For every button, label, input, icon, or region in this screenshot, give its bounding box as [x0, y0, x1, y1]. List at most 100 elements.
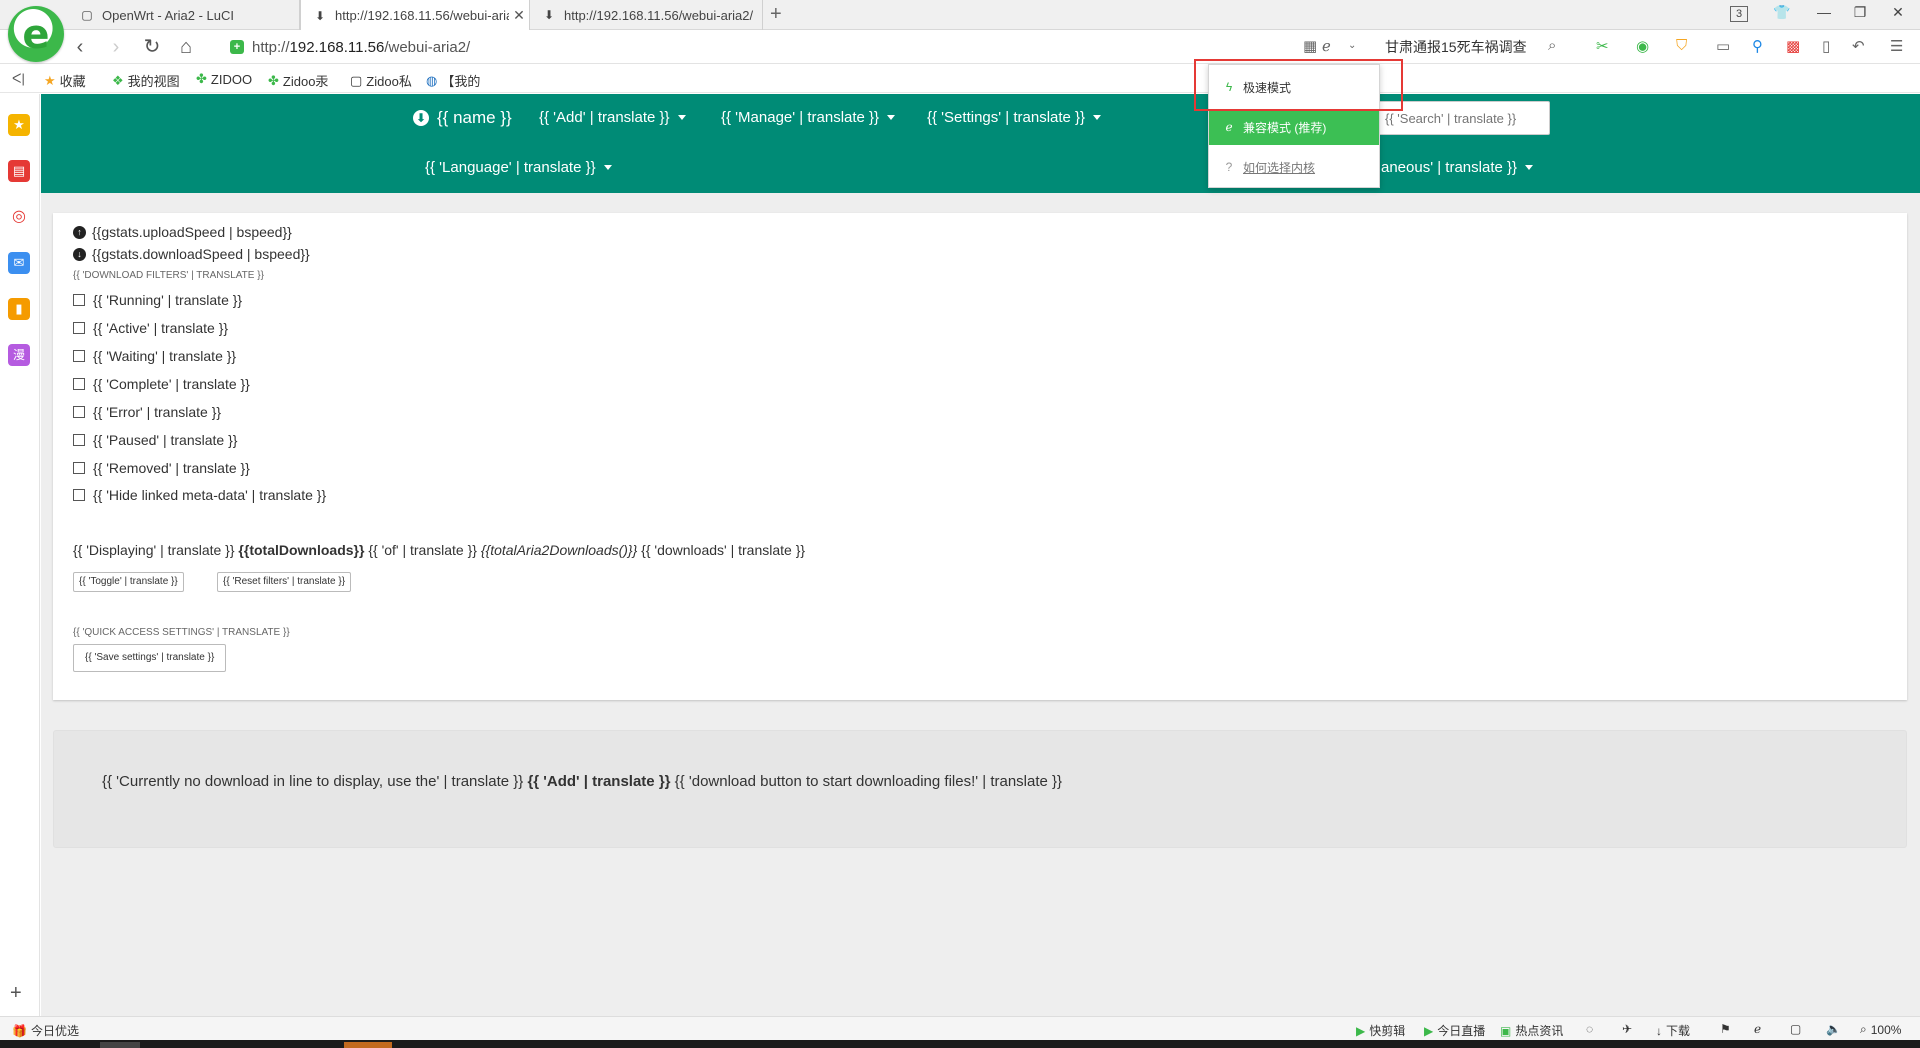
filter-running[interactable]: {{ 'Running' | translate }}: [73, 292, 242, 308]
engine-help-link[interactable]: ? 如何选择内核: [1209, 149, 1379, 185]
filter-complete[interactable]: {{ 'Complete' | translate }}: [73, 376, 250, 392]
apps-icon[interactable]: ▩: [1786, 37, 1800, 55]
nav-manage-dropdown[interactable]: {{ 'Manage' | translate }}: [721, 109, 896, 126]
brand-link[interactable]: ⬇{{ name }}: [413, 108, 512, 128]
filter-removed[interactable]: {{ 'Removed' | translate }}: [73, 460, 250, 476]
close-tab-icon[interactable]: ✕: [509, 7, 529, 24]
tab-openwrt[interactable]: ▢ OpenWrt - Aria2 - LuCI: [68, 0, 300, 30]
news-icon[interactable]: ▤: [8, 160, 30, 182]
back-button[interactable]: ‹: [68, 36, 92, 58]
status-bar: 🎁 今日优选 ▶ 快剪辑 ▶ 今日直播 ▣ 热点资讯 ◌ ✈ ↓ 下载 ⚑ ℯ ▢ 🔈 ⌕…: [0, 1016, 1920, 1040]
nav-add-dropdown[interactable]: {{ 'Add' | translate }}: [539, 109, 686, 126]
tab-label: OpenWrt - Aria2 - LuCI: [102, 7, 234, 23]
bookmark-zidoo-2[interactable]: ✤ Zidoo汞: [268, 71, 328, 90]
checkbox[interactable]: [73, 322, 85, 334]
reset-filters-button[interactable]: {{ 'Reset filters' | translate }}: [217, 572, 352, 592]
menu-icon[interactable]: ☰: [1890, 37, 1903, 55]
status-weather-icon[interactable]: ◌: [1586, 1022, 1593, 1036]
filter-waiting[interactable]: {{ 'Waiting' | translate }}: [73, 348, 236, 364]
filter-active[interactable]: {{ 'Active' | translate }}: [73, 320, 228, 336]
save-settings-button[interactable]: {{ 'Save settings' | translate }}: [73, 644, 227, 672]
checkbox[interactable]: [73, 378, 85, 390]
tablet-icon[interactable]: ▯: [1822, 37, 1830, 55]
status-flag-icon[interactable]: ⚑: [1720, 1022, 1731, 1036]
taskbar-item[interactable]: [344, 1042, 392, 1048]
magnifier-icon[interactable]: ⚲: [1752, 37, 1763, 55]
engine-speed-mode[interactable]: ϟ 极速模式: [1209, 69, 1379, 105]
status-sound-icon[interactable]: 🔈: [1826, 1022, 1841, 1036]
close-window-button[interactable]: ✕: [1888, 4, 1908, 21]
caret-down-icon: [677, 115, 686, 120]
add-sidebar-item-button[interactable]: +: [10, 982, 22, 1005]
toggle-button[interactable]: {{ 'Toggle' | translate }}: [73, 572, 184, 592]
screenshot-icon[interactable]: ▭: [1716, 37, 1730, 55]
mail-icon[interactable]: ✉: [8, 252, 30, 274]
status-hot-news[interactable]: ▣ 热点资讯: [1500, 1022, 1563, 1039]
tab-webui-aria2[interactable]: ⬇ http://192.168.11.56/webui-aria2/: [530, 0, 763, 30]
bookmark-my-views[interactable]: ❖ 我的视图: [112, 71, 180, 90]
caret-down-icon: [603, 165, 612, 170]
bookmark-zidoo[interactable]: ✤ ZIDOO: [196, 71, 252, 87]
weibo-icon[interactable]: ◎: [8, 206, 30, 228]
url-field[interactable]: + http://192.168.11.56/webui-aria2/: [230, 34, 1380, 60]
chevron-down-icon[interactable]: ⌄: [1348, 40, 1356, 51]
filter-paused[interactable]: {{ 'Paused' | translate }}: [73, 432, 237, 448]
skin-icon[interactable]: 👕: [1772, 4, 1792, 21]
browser-logo[interactable]: e: [8, 6, 64, 62]
comic-icon[interactable]: 漫: [8, 344, 30, 366]
favorites-star-icon[interactable]: ★: [8, 114, 30, 136]
bookmark-mine[interactable]: ◍ 【我的: [426, 71, 480, 90]
undo-icon[interactable]: ↶: [1852, 37, 1865, 55]
download-circle-icon: ⬇: [314, 8, 326, 23]
checkbox[interactable]: [73, 350, 85, 362]
checkbox[interactable]: [73, 462, 85, 474]
caret-down-icon: [887, 115, 896, 120]
bookmark-zidoo-3[interactable]: ▢ Zidoo私: [350, 71, 412, 90]
zidoo-icon: ✤: [268, 72, 279, 88]
status-ie-icon[interactable]: ℯ: [1754, 1022, 1761, 1036]
checkbox[interactable]: [73, 434, 85, 446]
star-icon: ★: [44, 72, 56, 88]
filter-hide-linked-metadata[interactable]: {{ 'Hide linked meta-data' | translate }…: [73, 487, 326, 503]
today-picks[interactable]: 🎁 今日优选: [12, 1022, 79, 1039]
reload-button[interactable]: ↻: [140, 36, 164, 58]
forward-button[interactable]: ›: [104, 36, 128, 58]
search-icon[interactable]: ⌕: [1548, 37, 1556, 54]
nav-miscellaneous-dropdown[interactable]: aneous' | translate }}: [1381, 159, 1534, 176]
book-icon[interactable]: ▮: [8, 298, 30, 320]
tab-count-badge[interactable]: 3: [1730, 6, 1748, 22]
checkbox[interactable]: [73, 489, 85, 501]
taskbar-item[interactable]: [100, 1042, 140, 1048]
qr-code-icon[interactable]: ▦: [1303, 37, 1317, 55]
status-download[interactable]: ↓ 下载: [1656, 1022, 1690, 1039]
status-quick-clip[interactable]: ▶ 快剪辑: [1356, 1022, 1405, 1039]
tab-webui-aria2-active[interactable]: ⬇ http://192.168.11.56/webui-aria2/ ✕: [300, 0, 530, 31]
lightning-icon: ϟ: [1225, 80, 1233, 94]
nav-settings-dropdown[interactable]: {{ 'Settings' | translate }}: [927, 109, 1102, 126]
zoom-icon: ⌕: [1860, 1022, 1867, 1036]
status-live[interactable]: ▶ 今日直播: [1424, 1022, 1485, 1039]
status-pin-icon[interactable]: ✈: [1622, 1022, 1632, 1036]
checkbox[interactable]: [73, 294, 85, 306]
home-button[interactable]: ⌂: [174, 36, 198, 58]
status-window-icon[interactable]: ▢: [1790, 1022, 1801, 1036]
app-icon: ❖: [112, 72, 124, 88]
translate-icon[interactable]: ◉: [1636, 37, 1649, 55]
status-zoom[interactable]: ⌕ 100%: [1860, 1022, 1901, 1037]
new-tab-button[interactable]: +: [770, 3, 782, 26]
ie-engine-icon[interactable]: ℯ: [1322, 37, 1331, 55]
sidebar-toggle-icon[interactable]: ᐸ|: [12, 71, 25, 87]
tab-label: http://192.168.11.56/webui-aria2/: [335, 8, 509, 23]
question-circle-icon: ?: [1225, 160, 1233, 174]
filter-error[interactable]: {{ 'Error' | translate }}: [73, 404, 221, 420]
minimize-button[interactable]: —: [1814, 4, 1834, 20]
bookmark-favorites[interactable]: ★ 收藏: [44, 71, 86, 90]
engine-compatible-mode[interactable]: ℯ 兼容模式 (推荐): [1209, 109, 1379, 145]
restore-button[interactable]: ❐: [1850, 4, 1870, 21]
search-input[interactable]: [1374, 101, 1550, 135]
nav-language-dropdown[interactable]: {{ 'Language' | translate }}: [425, 159, 612, 176]
scissors-icon[interactable]: ✂: [1596, 37, 1609, 55]
shield-icon[interactable]: ⛉: [1676, 37, 1687, 54]
checkbox[interactable]: [73, 406, 85, 418]
hot-search-text[interactable]: 甘肃通报15死车祸调查: [1385, 37, 1527, 57]
